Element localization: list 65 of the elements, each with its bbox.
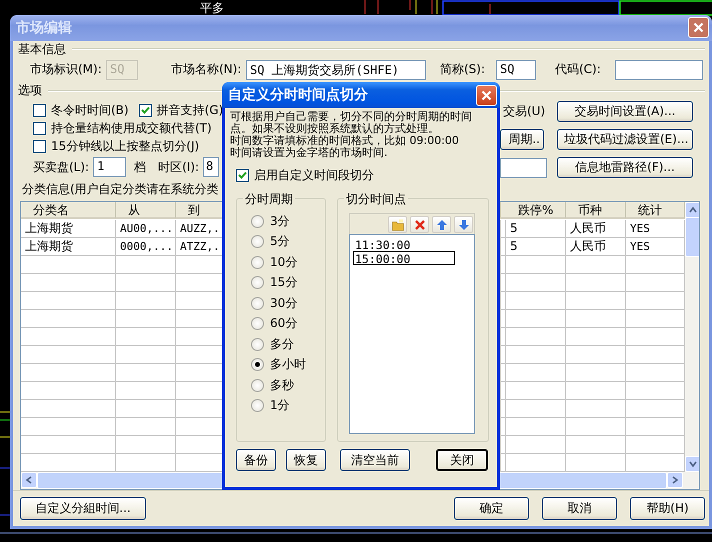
dialog-button[interactable]: 清空当前: [340, 449, 410, 471]
dialog-button[interactable]: 关闭: [436, 449, 488, 471]
table-cell: 5: [506, 220, 566, 238]
filter-settings-button[interactable]: 垃圾代码过滤设置(E)...: [557, 129, 693, 150]
trading-time-button[interactable]: 交易时间设置(A)...: [557, 101, 693, 122]
input-field[interactable]: SQ: [496, 60, 536, 80]
table-cell: 人民币: [566, 220, 626, 238]
custom-group-time-button[interactable]: 自定义分組时间...: [20, 497, 146, 520]
group-title: 基本信息: [18, 40, 66, 58]
field-label: 代码(C):: [555, 61, 602, 78]
group-title: 选项: [18, 82, 42, 99]
field-label: 时区(I):: [158, 158, 200, 176]
group-title: 切分时间点: [344, 191, 408, 208]
radio-button[interactable]: 多小时: [251, 354, 325, 375]
column-header[interactable]: 分类名: [21, 202, 116, 219]
table-caption: 分类信息(用户自定分类请在系统分类: [22, 181, 219, 197]
window-title: 市场编辑: [16, 18, 72, 37]
checkbox[interactable]: 持仓量结构使用成交额代替(T): [33, 120, 212, 136]
field-label: 市场标识(M):: [30, 61, 102, 78]
list-item[interactable]: 15:00:00: [353, 251, 455, 265]
group-title: 分时周期: [243, 191, 295, 208]
table-cell: 5: [506, 238, 566, 256]
field-label: 买卖盘(L):: [33, 158, 90, 176]
table-cell: 上海期货: [21, 220, 116, 238]
checkbox[interactable]: 冬令时时间(B): [33, 102, 129, 118]
field-label: 简称(S):: [440, 61, 486, 78]
column-header[interactable]: 从: [116, 202, 176, 219]
dialog-action-button[interactable]: 帮助(H): [630, 497, 705, 520]
table-cell: 0000,...: [116, 238, 176, 256]
input-field[interactable]: SQ 上海期货交易所(SHFE): [246, 60, 426, 80]
checkbox[interactable]: 启用自定义时间段切分: [236, 167, 497, 184]
chart-label: 平多: [200, 0, 224, 17]
radio-button[interactable]: 30分: [251, 293, 325, 314]
description-text: 时间数字请填标准的时间格式，比如 09:00:00: [230, 135, 460, 147]
radio-button[interactable]: 10分: [251, 252, 325, 272]
period-button[interactable]: 周期..: [500, 129, 544, 150]
checkbox[interactable]: 拼音支持(G): [138, 102, 224, 118]
table-cell: 上海期货: [21, 238, 116, 256]
radio-button[interactable]: 60分: [251, 314, 325, 334]
radio-button[interactable]: 15分: [251, 272, 325, 293]
description-text: 时间请设置为金字塔的市场时间.: [230, 147, 388, 159]
list-item[interactable]: 11:30:00: [353, 237, 455, 251]
radio-button[interactable]: 5分: [251, 232, 325, 252]
table-cell: AU00,...: [116, 220, 176, 238]
dialog-action-button[interactable]: 确定: [454, 497, 529, 520]
input-field[interactable]: 1: [93, 157, 126, 177]
path-button[interactable]: 信息地雷路径(F)...: [557, 157, 693, 178]
table-cell: 人民币: [566, 238, 626, 256]
unit-label: 档: [134, 158, 146, 176]
radio-button[interactable]: 多分: [251, 334, 325, 354]
column-header[interactable]: 统计: [626, 202, 685, 219]
dialog-button[interactable]: 恢复: [286, 449, 326, 471]
dialog-button[interactable]: 备份: [236, 449, 276, 471]
input-field[interactable]: 8: [203, 157, 220, 177]
option-label: 交易(U): [502, 103, 546, 120]
column-header[interactable]: 到: [176, 202, 223, 219]
radio-button[interactable]: 3分: [251, 211, 325, 232]
dialog-action-button[interactable]: 取消: [542, 497, 617, 520]
column-header[interactable]: 币种: [566, 202, 626, 219]
dialog-title: 自定义分时时间点切分: [228, 86, 368, 104]
checkbox[interactable]: 15分钟线以上按整点切分(J): [33, 138, 200, 154]
description-text: 可根据用户自己需要，切分不同的分时周期的时间点。如果不设则按照系统默认的方式处理。: [230, 111, 473, 135]
radio-button[interactable]: 1分: [251, 396, 325, 416]
field-label: 市场名称(N):: [171, 61, 242, 78]
radio-button[interactable]: 多秒: [251, 375, 325, 396]
